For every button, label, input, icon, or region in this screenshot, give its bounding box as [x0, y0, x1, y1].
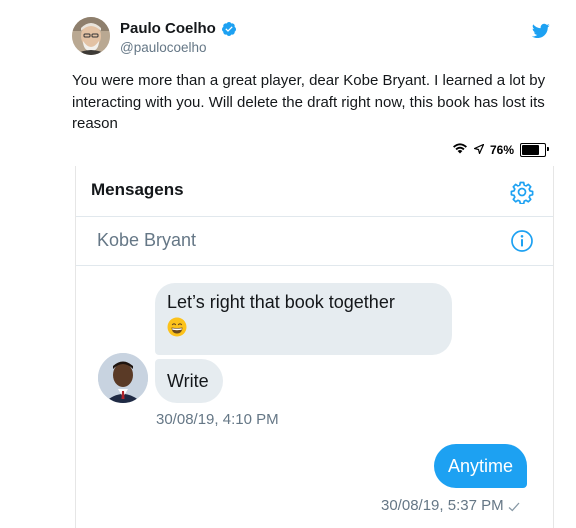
message-text: Write [167, 371, 209, 391]
author-handle[interactable]: @paulocoelho [120, 40, 207, 55]
tweet-card: Paulo Coelho @paulocoelho You were more … [0, 0, 576, 528]
author-avatar[interactable] [72, 17, 110, 55]
message-text: Anytime [448, 456, 514, 476]
contact-avatar[interactable] [98, 353, 148, 403]
incoming-message-bubble[interactable]: Write [155, 359, 223, 403]
info-icon[interactable] [510, 229, 534, 253]
check-icon [508, 500, 520, 512]
verified-icon [221, 21, 237, 37]
battery-percentage: 76% [489, 142, 514, 157]
author-name-row: Paulo Coelho [120, 20, 237, 37]
conversation-contact-name[interactable]: Kobe Bryant [97, 230, 196, 251]
twitter-bird-icon[interactable] [531, 22, 550, 40]
battery-icon [520, 142, 549, 157]
tweet-text: You were more than a great player, dear … [72, 72, 546, 132]
messages-screen: Mensagens Kobe Bryant Let’s right that b… [75, 166, 554, 528]
attached-screenshot[interactable]: 76% Mensagens Kobe Bryant Let’s right th… [72, 138, 556, 528]
message-timestamp: 30/08/19, 4:10 PM [156, 411, 279, 428]
author-name[interactable]: Paulo Coelho [120, 20, 216, 37]
page-title: Mensagens [91, 180, 184, 199]
message-timestamp: 30/08/19, 5:37 PM [381, 497, 504, 514]
wifi-icon [452, 142, 468, 157]
gear-icon[interactable] [510, 180, 534, 205]
outgoing-message-bubble[interactable]: Anytime [434, 444, 528, 488]
message-text: Let’s right that book together [167, 292, 395, 312]
message-timestamp-row: 30/08/19, 5:37 PM [381, 497, 520, 514]
grinning-face-emoji-icon [167, 317, 187, 337]
messages-header: Mensagens [76, 166, 553, 217]
incoming-message-bubble[interactable]: Let’s right that book together [155, 283, 452, 355]
conversation-header: Kobe Bryant [76, 217, 553, 266]
location-arrow-icon [473, 143, 485, 157]
status-bar: 76% [452, 142, 549, 157]
